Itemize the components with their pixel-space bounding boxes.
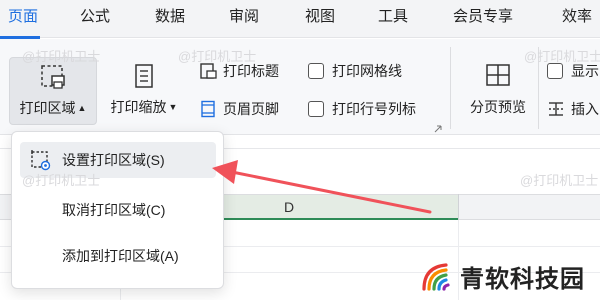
page-break-preview-label: 分页预览	[470, 99, 526, 115]
checkbox-unchecked-icon[interactable]	[308, 101, 324, 117]
column-separator	[458, 194, 459, 220]
page-break-preview-icon	[486, 64, 510, 86]
watermark: @打印机卫士	[524, 49, 600, 64]
print-row-col-headers-label: 打印行号列标	[332, 101, 416, 117]
tab-view[interactable]: 视图	[305, 6, 335, 28]
print-area-icon	[41, 65, 65, 89]
header-footer-icon	[201, 100, 215, 118]
tab-formula[interactable]: 公式	[80, 6, 110, 28]
ribbon-separator	[450, 47, 451, 129]
cancel-print-area-item[interactable]: 取消打印区域(C)	[20, 192, 216, 228]
menu-bar: 页面 公式 数据 审阅 视图 工具 会员专享 效率	[0, 0, 600, 39]
tab-efficiency[interactable]: 效率	[562, 6, 592, 28]
brand-name: 青软科技园	[460, 265, 585, 293]
insert-page-break-button[interactable]: 插入	[547, 97, 599, 121]
watermark: @打印机卫士	[520, 173, 599, 188]
brand-logo-icon	[422, 263, 450, 291]
add-to-print-area-label: 添加到打印区域(A)	[62, 248, 179, 264]
insert-label: 插入	[571, 101, 599, 117]
watermark: @打印机卫士	[22, 173, 101, 188]
dialog-launcher-icon[interactable]	[434, 125, 442, 133]
print-scale-button[interactable]: 打印缩放 ▼	[103, 57, 185, 125]
print-gridlines-label: 打印网格线	[332, 63, 402, 79]
tab-page[interactable]: 页面	[8, 6, 38, 28]
watermark: @打印机卫士	[22, 49, 101, 64]
cancel-print-area-label: 取消打印区域(C)	[62, 202, 166, 218]
insert-page-break-icon	[549, 102, 563, 116]
tab-tools[interactable]: 工具	[378, 6, 408, 28]
add-to-print-area-item[interactable]: 添加到打印区域(A)	[20, 238, 216, 274]
header-footer-button[interactable]: 页眉页脚	[199, 97, 279, 121]
tab-member[interactable]: 会员专享	[453, 6, 513, 28]
checkbox-unchecked-icon[interactable]	[547, 63, 563, 79]
set-print-area-label: 设置打印区域(S)	[62, 152, 165, 168]
chevron-up-icon: ▲	[77, 103, 87, 113]
print-area-dropdown: 设置打印区域(S) 取消打印区域(C) 添加到打印区域(A)	[11, 131, 224, 289]
tab-review[interactable]: 审阅	[229, 6, 259, 28]
watermark: @打印机卫士	[178, 49, 257, 64]
print-gridlines-checkbox[interactable]: 打印网格线	[308, 59, 402, 83]
page-break-preview-button[interactable]: 分页预览	[462, 57, 534, 125]
chevron-down-icon: ▼	[168, 102, 178, 112]
set-print-area-icon	[31, 150, 51, 171]
print-row-col-headers-checkbox[interactable]: 打印行号列标	[308, 97, 416, 121]
brand-logo: 青软科技园	[420, 256, 585, 296]
print-area-label: 打印区域	[19, 100, 76, 116]
tab-data[interactable]: 数据	[155, 6, 185, 28]
print-area-button[interactable]: 打印区域 ▲	[9, 57, 97, 125]
checkbox-unchecked-icon[interactable]	[308, 63, 324, 79]
print-scale-icon	[135, 64, 153, 88]
header-footer-label: 页眉页脚	[223, 101, 279, 117]
print-scale-label: 打印缩放	[110, 99, 167, 115]
